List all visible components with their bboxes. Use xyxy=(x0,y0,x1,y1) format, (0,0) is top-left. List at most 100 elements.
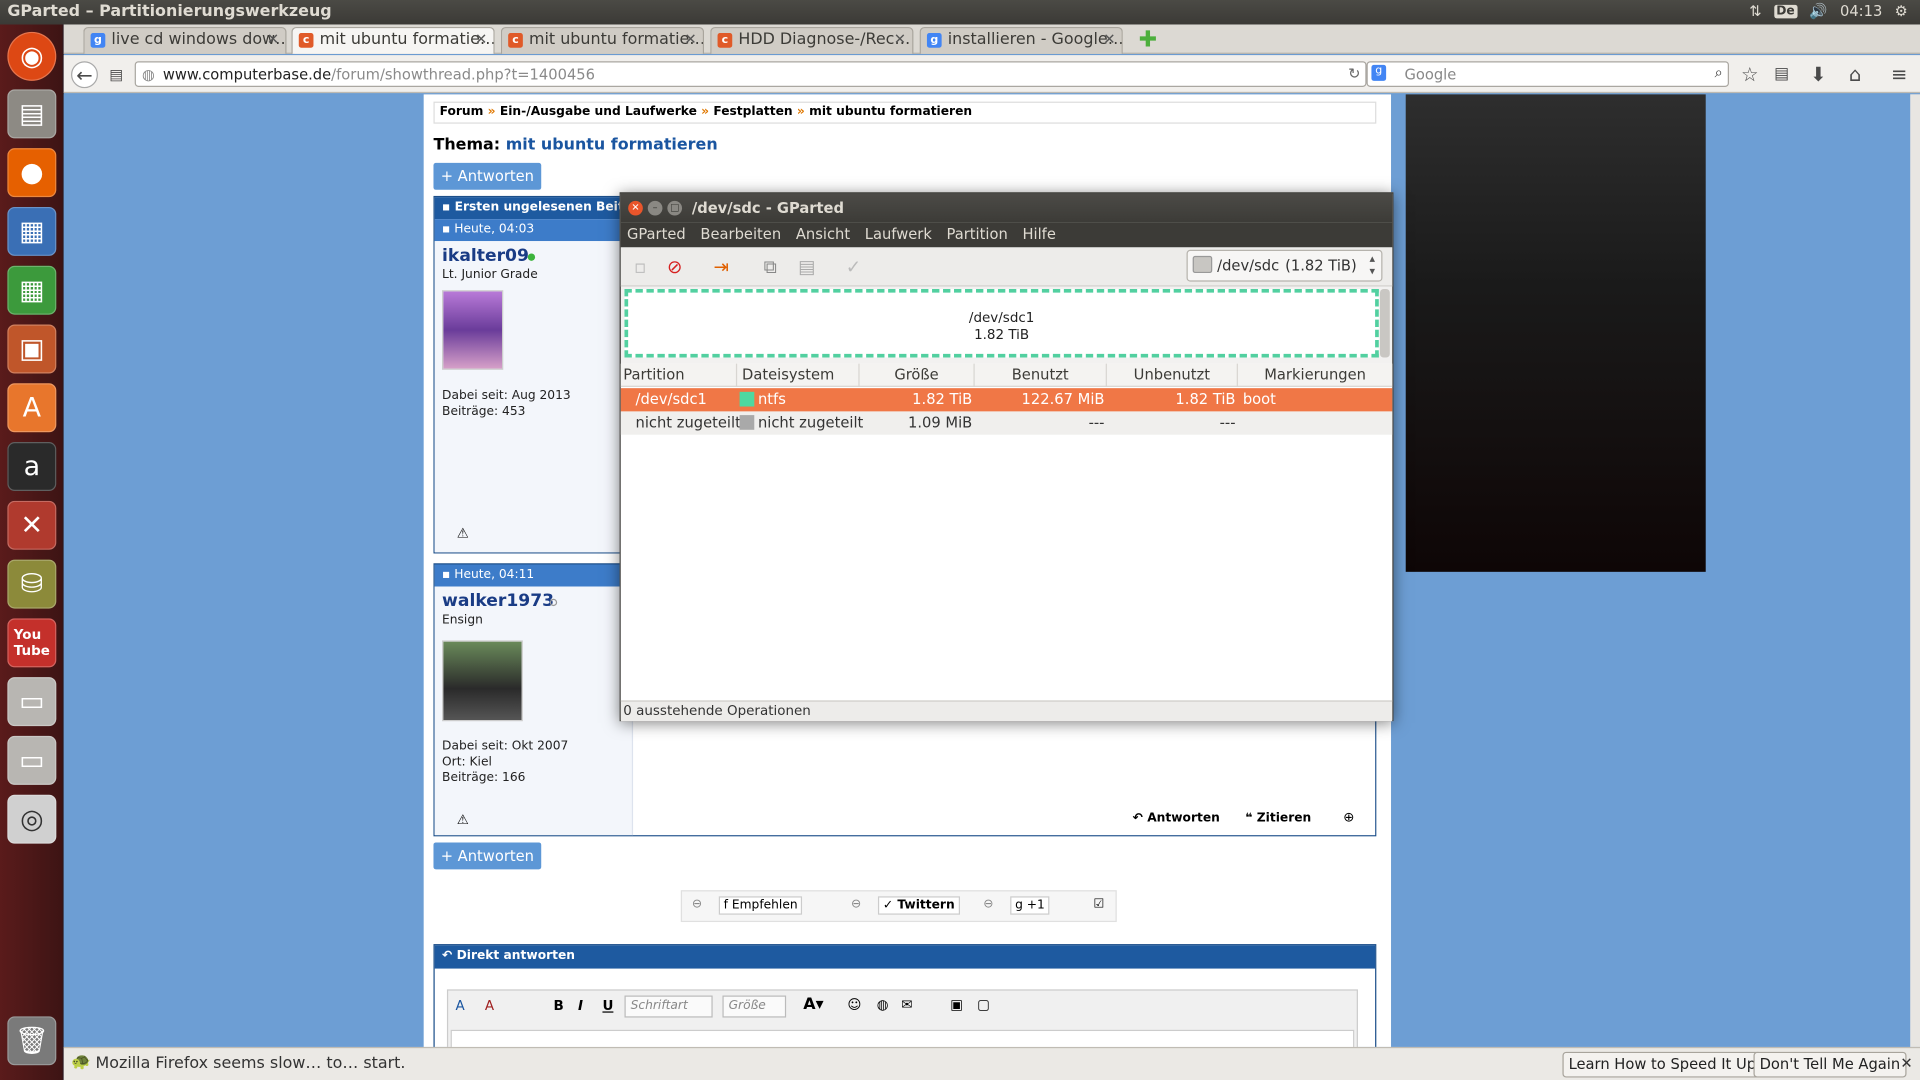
smiley-icon[interactable]: ☺ xyxy=(847,997,861,1013)
italic-button[interactable]: I xyxy=(578,998,583,1014)
drive-icon[interactable]: ▭ xyxy=(7,677,57,727)
device-select[interactable]: /dev/sdc (1.82 TiB) ▴ ▾ xyxy=(1186,249,1383,282)
table-row[interactable]: /dev/sdc1 ntfs 1.82 TiB 122.67 MiB 1.82 … xyxy=(620,388,1393,412)
link-icon[interactable]: ◍ xyxy=(877,997,889,1013)
volume-icon[interactable]: 🔊 xyxy=(1809,2,1827,19)
recommend-button[interactable]: f Empfehlen xyxy=(718,896,803,915)
reply-button[interactable]: + Antworten xyxy=(433,162,542,190)
settings-icon[interactable]: ✕ xyxy=(7,500,57,550)
apply-icon[interactable]: ✓ xyxy=(841,255,865,279)
bold-button[interactable]: B xyxy=(553,998,563,1014)
tab-4[interactable]: g installieren - Google… ✕ xyxy=(919,26,1123,54)
calc-icon[interactable]: ▦ xyxy=(7,265,57,315)
ubuntu-dash-icon[interactable]: ◉ xyxy=(7,31,57,81)
plus-one-button[interactable]: g +1 xyxy=(1010,896,1050,915)
breadcrumb-item[interactable]: Forum xyxy=(440,105,484,118)
menu-gparted[interactable]: GParted xyxy=(627,225,686,247)
breadcrumb-item[interactable]: Ein-/Ausgabe und Laufwerke xyxy=(500,105,697,118)
clock[interactable]: 04:13 xyxy=(1840,2,1882,19)
back-icon[interactable]: ← xyxy=(71,61,98,89)
files-icon[interactable]: ▤ xyxy=(7,89,57,139)
image-icon[interactable]: ▣ xyxy=(950,997,963,1013)
username[interactable]: walker1973 xyxy=(442,591,554,611)
quote-icon[interactable]: ▢ xyxy=(977,997,990,1013)
writer-icon[interactable]: ▦ xyxy=(7,206,57,256)
delete-icon[interactable]: ⊘ xyxy=(662,255,686,279)
menu-laufwerk[interactable]: Laufwerk xyxy=(865,225,932,247)
firefox-icon[interactable]: ● xyxy=(7,148,57,198)
font-select[interactable]: Schriftart xyxy=(624,995,713,1018)
drive-icon[interactable]: ▭ xyxy=(7,735,57,785)
tweet-button[interactable]: ✓ Twittern xyxy=(877,896,960,915)
tab-3[interactable]: c HDD Diagnose-/Rec… ✕ xyxy=(710,26,914,54)
gparted-titlebar[interactable]: /dev/sdc - GParted xyxy=(620,193,1393,223)
format-icon[interactable]: A xyxy=(456,998,465,1014)
table-row[interactable]: nicht zugeteilt nicht zugeteilt 1.09 MiB… xyxy=(620,411,1393,435)
close-icon[interactable]: ✕ xyxy=(475,31,487,48)
bookmarks-icon[interactable]: ▤ xyxy=(1768,61,1795,88)
download-icon[interactable]: ⬇ xyxy=(1805,61,1832,88)
close-icon[interactable]: ✕ xyxy=(684,31,696,48)
map-scrollbar[interactable] xyxy=(1380,288,1390,358)
underline-button[interactable]: U xyxy=(602,998,613,1014)
reply-textarea[interactable] xyxy=(450,1029,1355,1047)
close-icon[interactable]: ✕ xyxy=(628,200,643,216)
breadcrumb-item[interactable]: Festplatten xyxy=(713,105,792,118)
report-icon[interactable]: ⚠ xyxy=(457,525,469,541)
youtube-icon[interactable]: You Tube xyxy=(7,618,57,668)
column-header[interactable]: Größe xyxy=(860,363,975,387)
new-tab-icon[interactable]: ✚ xyxy=(1139,27,1157,53)
sidebar-ad-image[interactable] xyxy=(1405,94,1706,572)
home-icon[interactable]: ⌂ xyxy=(1842,61,1869,88)
dismiss-button[interactable]: Don't Tell Me Again xyxy=(1753,1051,1907,1078)
speed-up-button[interactable]: Learn How to Speed It Up xyxy=(1562,1051,1763,1078)
gparted-icon[interactable]: ⛁ xyxy=(7,559,57,609)
report-icon[interactable]: ⚠ xyxy=(457,812,469,828)
menu-partition[interactable]: Partition xyxy=(947,225,1008,247)
menu-hilfe[interactable]: Hilfe xyxy=(1022,225,1055,247)
copy-icon[interactable]: ⧉ xyxy=(758,255,782,279)
search-input[interactable]: Google g ⌕ xyxy=(1366,61,1729,87)
bookmark-star-icon[interactable]: ☆ xyxy=(1736,61,1763,88)
column-header[interactable]: Markierungen xyxy=(1238,364,1392,387)
toggle-icon[interactable]: ⊖ xyxy=(983,898,993,911)
username[interactable]: ikalter09 xyxy=(442,246,529,266)
paste-icon[interactable]: ▤ xyxy=(795,255,819,279)
toggle-icon[interactable]: ⊖ xyxy=(692,898,702,911)
partition-map[interactable]: /dev/sdc1 1.82 TiB xyxy=(624,288,1379,358)
avatar[interactable] xyxy=(442,640,523,722)
amazon-icon[interactable]: a xyxy=(7,442,57,492)
url-bar[interactable]: www.computerbase.de/forum/showthread.php… xyxy=(134,61,1367,87)
close-icon[interactable]: ✕ xyxy=(894,31,906,48)
quote-link[interactable]: ❝ Zitieren xyxy=(1245,812,1311,825)
column-header[interactable]: Dateisystem xyxy=(737,363,860,387)
close-icon[interactable]: ✕ xyxy=(1900,1054,1912,1071)
dvd-icon[interactable]: ◎ xyxy=(7,794,57,844)
trash-icon[interactable]: 🗑 xyxy=(7,1016,57,1066)
new-partition-icon[interactable]: ▫ xyxy=(628,255,652,279)
settings-icon[interactable]: ☑ xyxy=(1093,898,1104,911)
software-center-icon[interactable]: A xyxy=(7,383,57,433)
tab-1[interactable]: c mit ubuntu formatie… ✕ xyxy=(291,26,495,54)
keyboard-indicator[interactable]: De xyxy=(1773,4,1798,18)
maximize-icon[interactable]: □ xyxy=(667,200,683,216)
impress-icon[interactable]: ▣ xyxy=(7,324,57,374)
resize-move-icon[interactable]: ⇥ xyxy=(709,255,733,279)
format-icon[interactable]: A xyxy=(485,998,494,1014)
text-color-icon[interactable]: A▾ xyxy=(803,996,823,1014)
reply-link[interactable]: ↶ Antworten xyxy=(1133,812,1220,825)
close-icon[interactable]: ✕ xyxy=(267,31,279,48)
close-icon[interactable]: ✕ xyxy=(1103,31,1115,48)
breadcrumb-item[interactable]: mit ubuntu formatieren xyxy=(809,105,972,118)
minimize-icon[interactable]: – xyxy=(647,200,663,216)
reply-button[interactable]: + Antworten xyxy=(433,842,542,870)
tab-0[interactable]: g live cd windows dow… ✕ xyxy=(83,26,287,54)
menu-icon[interactable]: ≡ xyxy=(1886,61,1913,88)
email-icon[interactable]: ✉ xyxy=(901,997,912,1013)
gear-icon[interactable]: ⚙ xyxy=(1895,2,1908,19)
tab-2[interactable]: c mit ubuntu formatie… ✕ xyxy=(500,26,705,54)
menu-ansicht[interactable]: Ansicht xyxy=(796,225,850,247)
toggle-icon[interactable]: ⊖ xyxy=(851,898,861,911)
avatar[interactable] xyxy=(442,290,504,370)
column-header[interactable]: Partition xyxy=(621,363,738,387)
